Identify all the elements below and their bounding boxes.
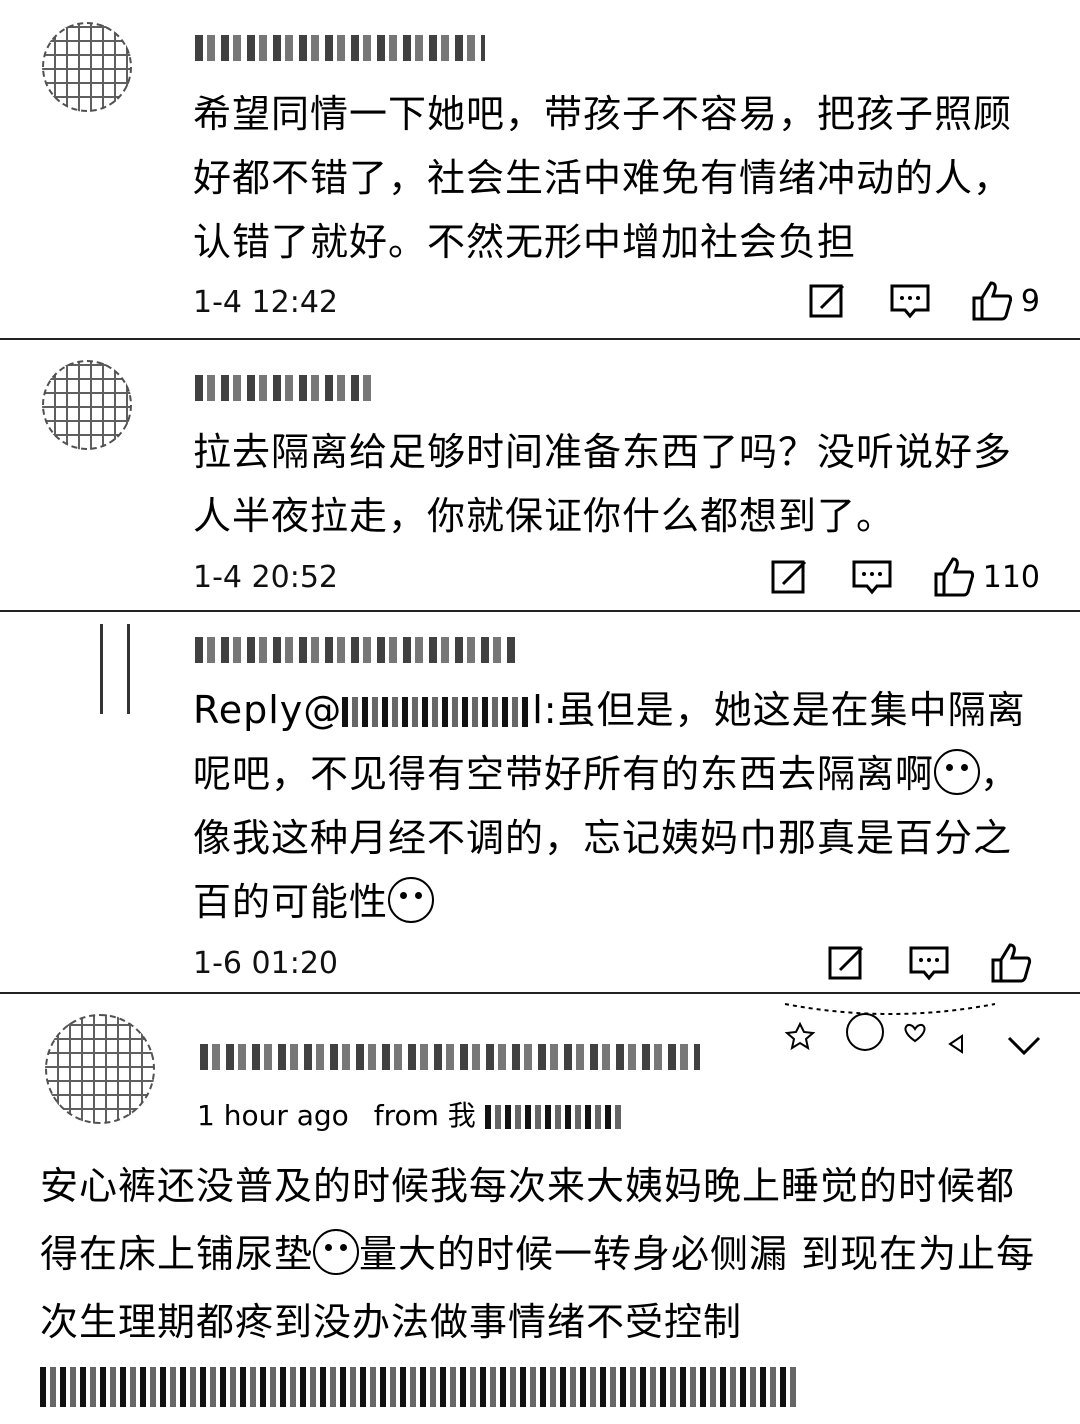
comment-text: 希望同情一下她吧，带孩子不容易，把孩子照顾好都不错了，社会生活中难免有情绪冲动的…: [193, 92, 1013, 264]
edit-icon[interactable]: [826, 942, 868, 984]
comment-item: Reply@ l:虽但是，她这是在集中隔离呢吧，不见得有空带好所有的东西去隔离啊，…: [0, 612, 1080, 994]
like-count: 9: [1020, 283, 1040, 319]
username-redacted[interactable]: [195, 35, 485, 61]
edit-icon[interactable]: [807, 280, 849, 322]
comment-time: 1-4 12:42: [193, 285, 338, 320]
thumbs-up-icon: [934, 557, 974, 597]
edit-icon[interactable]: [769, 556, 811, 598]
username-redacted[interactable]: [200, 1044, 700, 1070]
comment-item: 希望同情一下她吧，带孩子不容易，把孩子照顾好都不错了，社会生活中难免有情绪冲动的…: [0, 0, 1080, 340]
decoration-banner-icon: [784, 1003, 996, 1054]
thumbs-up-icon: [972, 281, 1013, 321]
comment-item: 拉去隔离给足够时间准备东西了吗？没听说好多人半夜拉走，你就保证你什么都想到了。 …: [0, 340, 1080, 612]
redacted-source: [484, 1105, 625, 1129]
post-source: from 我: [373, 1099, 476, 1132]
comment-time: 1-4 20:52: [193, 560, 338, 595]
post-time: 1 hour ago: [197, 1099, 349, 1132]
comment-icon[interactable]: [908, 942, 950, 984]
comment-text: 拉去隔离给足够时间准备东西了吗？没听说好多人半夜拉走，你就保证你什么都想到了。: [193, 430, 1013, 538]
comment-actions: 110: [769, 556, 1040, 598]
comment-text: Reply@ l:虽但是，她这是在集中隔离呢吧，不见得有空带好所有的东西去隔离啊，…: [193, 678, 1040, 934]
like-button[interactable]: 9: [971, 280, 1040, 322]
comment-actions: 9: [807, 280, 1040, 322]
avatar[interactable]: [42, 360, 132, 450]
comment-actions: [826, 942, 1040, 984]
like-button[interactable]: 110: [933, 556, 1040, 598]
username-redacted[interactable]: [195, 637, 515, 663]
like-count: 110: [982, 559, 1040, 595]
post-card: 1 hour ago from 我 安心裤还没普及的时候我每次来大姨妈晚上睡觉的…: [0, 994, 1080, 1415]
comment-icon[interactable]: [889, 280, 931, 322]
avatar[interactable]: [45, 1014, 155, 1124]
dog-emoji-icon: [388, 877, 435, 923]
post-text: 安心裤还没普及的时候我每次来大姨妈晚上睡觉的时候都得在床上铺尿垫 量大的时候一转身…: [40, 1152, 1040, 1424]
redacted-username[interactable]: [342, 697, 533, 727]
username-redacted[interactable]: [195, 375, 375, 401]
redacted-text: [40, 1367, 800, 1407]
thumbs-up-icon: [991, 943, 1032, 983]
avatar[interactable]: [100, 624, 130, 714]
chevron-down-icon[interactable]: [1006, 1034, 1042, 1058]
like-button[interactable]: [990, 942, 1040, 984]
sweat-emoji-icon: [313, 1229, 360, 1275]
post-meta: 1 hour ago from 我: [197, 1094, 625, 1134]
avatar[interactable]: [42, 22, 132, 112]
comment-icon[interactable]: [851, 556, 893, 598]
reply-prefix: Reply@: [193, 688, 343, 732]
comment-time: 1-6 01:20: [193, 946, 338, 981]
laughing-emoji-icon: [934, 749, 981, 795]
